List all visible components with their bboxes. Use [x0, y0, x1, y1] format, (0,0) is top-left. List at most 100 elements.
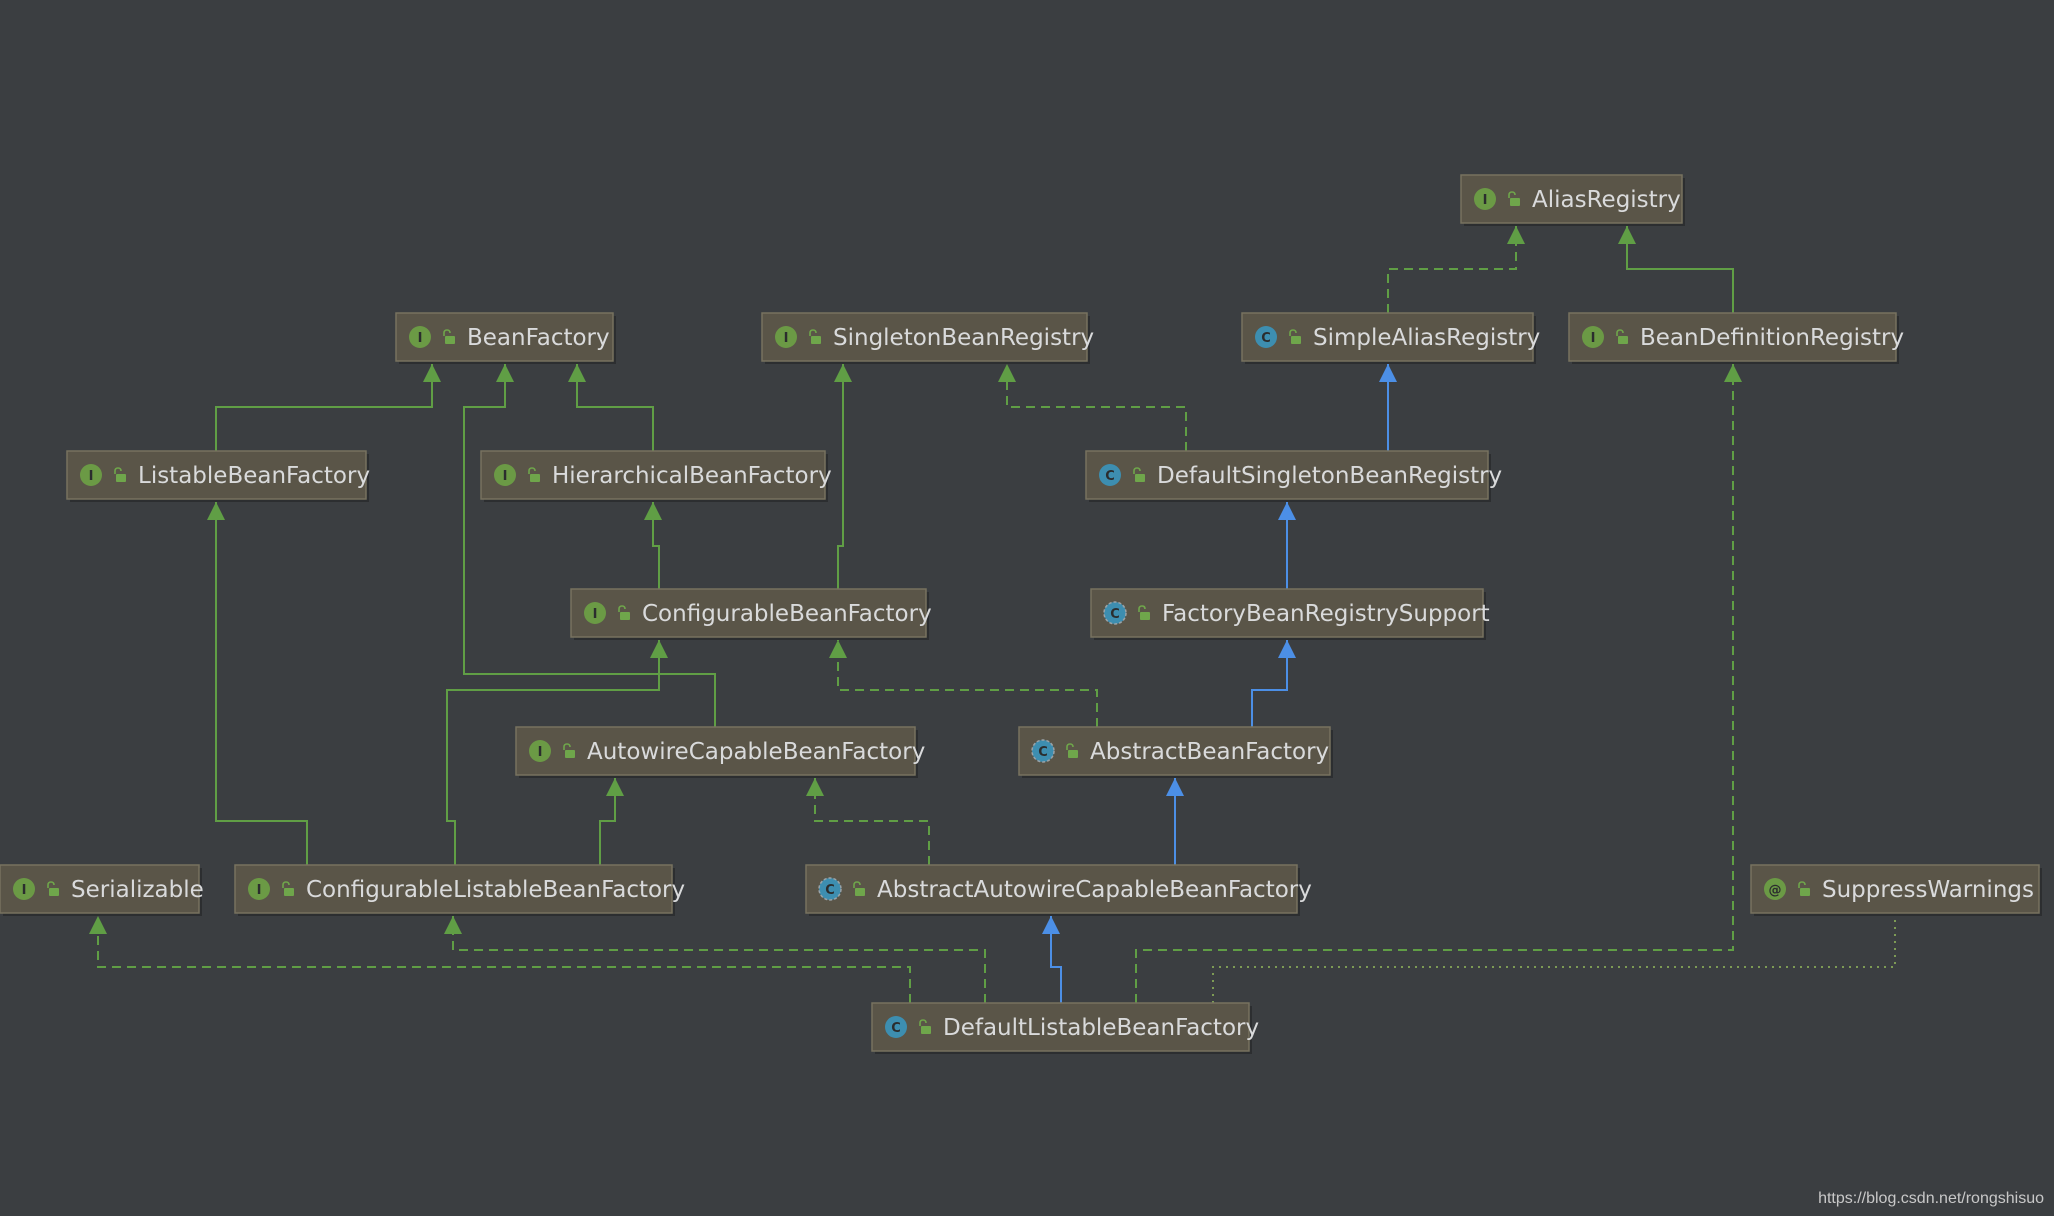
svg-text:I: I	[503, 469, 508, 484]
edge-bean-definition-registry-to-alias-registry	[1626, 226, 1734, 313]
svg-text:I: I	[593, 607, 598, 622]
arrowhead-hierarchical-bean-factory-to-bean-factory	[568, 364, 586, 382]
node-label: ConfigurableListableBeanFactory	[306, 877, 685, 903]
edge-autowire-capable-bean-factory-to-bean-factory	[463, 364, 716, 727]
svg-text:C: C	[1105, 469, 1115, 484]
arrowhead-autowire-capable-bean-factory-to-bean-factory	[496, 364, 514, 382]
arrowhead-abstract-bean-factory-to-configurable-bean-factory	[829, 640, 847, 658]
interface-kind-icon: I	[775, 326, 797, 348]
svg-text:C: C	[1038, 745, 1048, 760]
node-abstract-bean-factory[interactable]: C AbstractBeanFactory	[1018, 726, 1333, 778]
node-label: AliasRegistry	[1532, 187, 1681, 213]
edge-simple-alias-registry-to-alias-registry	[1387, 226, 1517, 313]
arrowhead-default-singleton-bean-registry-to-simple-alias-registry	[1379, 364, 1397, 382]
arrowhead-default-listable-bean-factory-to-bean-definition-registry	[1724, 364, 1742, 382]
abstract-kind-icon: C	[818, 877, 842, 901]
svg-text:I: I	[22, 883, 27, 898]
arrowhead-configurable-bean-factory-to-hierarchical-bean-factory	[644, 502, 662, 520]
class-hierarchy-diagram: I AliasRegistry I BeanFactory I SingletonBean…	[0, 174, 2042, 1054]
arrowhead-abstract-bean-factory-to-factory-bean-registry-support	[1278, 640, 1296, 658]
arrowhead-factory-bean-registry-support-to-default-singleton-bean-registry	[1278, 502, 1296, 520]
node-configurable-listable-bean-factory[interactable]: I ConfigurableListableBeanFactory	[234, 864, 685, 916]
svg-text:I: I	[784, 331, 789, 346]
svg-text:I: I	[538, 745, 543, 760]
node-label: AbstractBeanFactory	[1090, 739, 1329, 765]
interface-kind-icon: I	[248, 878, 270, 900]
node-default-singleton-bean-registry[interactable]: C DefaultSingletonBeanRegistry	[1085, 450, 1502, 502]
edge-default-singleton-bean-registry-to-singleton-bean-registry	[1006, 364, 1187, 451]
edge-hierarchical-bean-factory-to-bean-factory	[576, 364, 654, 451]
abstract-kind-icon: C	[1031, 739, 1055, 763]
node-label: HierarchicalBeanFactory	[552, 463, 832, 489]
arrowhead-abstract-autowire-capable-bean-factory-to-abstract-bean-factory	[1166, 778, 1184, 796]
class-kind-icon: C	[885, 1016, 907, 1038]
interface-kind-icon: I	[494, 464, 516, 486]
abstract-kind-icon: C	[1103, 601, 1127, 625]
interface-kind-icon: I	[1582, 326, 1604, 348]
edge-listable-bean-factory-to-bean-factory	[215, 364, 433, 451]
node-label: ListableBeanFactory	[138, 463, 370, 489]
node-hierarchical-bean-factory[interactable]: I HierarchicalBeanFactory	[480, 450, 832, 502]
annotation-kind-icon: @	[1764, 878, 1786, 900]
node-suppress-warnings[interactable]: @ SuppressWarnings	[1750, 864, 2042, 916]
node-alias-registry[interactable]: I AliasRegistry	[1460, 174, 1685, 226]
node-configurable-bean-factory[interactable]: I ConfigurableBeanFactory	[570, 588, 932, 640]
nodes-layer: I AliasRegistry I BeanFactory I SingletonBean…	[0, 174, 2042, 1054]
node-label: BeanFactory	[467, 325, 610, 351]
arrowhead-configurable-bean-factory-to-singleton-bean-registry	[834, 364, 852, 382]
watermark-url: https://blog.csdn.net/rongshisuo	[1818, 1190, 2044, 1207]
node-autowire-capable-bean-factory[interactable]: I AutowireCapableBeanFactory	[515, 726, 925, 778]
edge-configurable-bean-factory-to-singleton-bean-registry	[837, 364, 844, 589]
class-kind-icon: C	[1099, 464, 1121, 486]
edge-default-listable-bean-factory-to-suppress-warnings	[1212, 916, 1896, 1003]
svg-text:C: C	[891, 1021, 901, 1036]
node-label: SimpleAliasRegistry	[1313, 325, 1540, 351]
svg-text:@: @	[1769, 883, 1782, 898]
arrowhead-listable-bean-factory-to-bean-factory	[423, 364, 441, 382]
node-bean-factory[interactable]: I BeanFactory	[395, 312, 616, 364]
node-label: DefaultListableBeanFactory	[943, 1015, 1259, 1041]
arrowhead-configurable-listable-bean-factory-to-listable-bean-factory	[207, 502, 225, 520]
node-label: BeanDefinitionRegistry	[1640, 325, 1904, 351]
node-bean-definition-registry[interactable]: I BeanDefinitionRegistry	[1568, 312, 1904, 364]
arrowhead-configurable-listable-bean-factory-to-autowire-capable-bean-factory	[606, 778, 624, 796]
node-label: FactoryBeanRegistrySupport	[1162, 601, 1490, 627]
interface-kind-icon: I	[584, 602, 606, 624]
arrowhead-configurable-listable-bean-factory-to-configurable-bean-factory	[650, 640, 668, 658]
svg-text:I: I	[1591, 331, 1596, 346]
node-default-listable-bean-factory[interactable]: C DefaultListableBeanFactory	[871, 1002, 1259, 1054]
class-kind-icon: C	[1255, 326, 1277, 348]
node-abstract-autowire-capable-bean-factory[interactable]: C AbstractAutowireCapableBeanFactory	[805, 864, 1312, 916]
edge-configurable-listable-bean-factory-to-listable-bean-factory	[215, 502, 308, 865]
interface-kind-icon: I	[1474, 188, 1496, 210]
node-label: AbstractAutowireCapableBeanFactory	[877, 877, 1312, 903]
svg-text:I: I	[1483, 193, 1488, 208]
node-simple-alias-registry[interactable]: C SimpleAliasRegistry	[1241, 312, 1540, 364]
arrowhead-simple-alias-registry-to-alias-registry	[1507, 226, 1525, 244]
node-listable-bean-factory[interactable]: I ListableBeanFactory	[66, 450, 370, 502]
node-label: SuppressWarnings	[1822, 877, 2034, 903]
svg-text:C: C	[1110, 607, 1120, 622]
arrowhead-default-listable-bean-factory-to-configurable-listable-bean-factory	[444, 916, 462, 934]
edge-default-listable-bean-factory-to-serializable	[97, 916, 911, 1003]
node-factory-bean-registry-support[interactable]: C FactoryBeanRegistrySupport	[1090, 588, 1490, 640]
arrowhead-default-listable-bean-factory-to-abstract-autowire-capable-bean-factory	[1042, 916, 1060, 934]
svg-text:I: I	[257, 883, 262, 898]
node-label: Serializable	[71, 877, 204, 903]
node-label: AutowireCapableBeanFactory	[587, 739, 925, 765]
svg-text:I: I	[89, 469, 94, 484]
node-label: SingletonBeanRegistry	[833, 325, 1094, 351]
svg-text:C: C	[825, 883, 835, 898]
arrowhead-default-listable-bean-factory-to-serializable	[89, 916, 107, 934]
node-serializable[interactable]: I Serializable	[0, 864, 204, 916]
interface-kind-icon: I	[409, 326, 431, 348]
arrowhead-default-singleton-bean-registry-to-singleton-bean-registry	[998, 364, 1016, 382]
node-singleton-bean-registry[interactable]: I SingletonBeanRegistry	[761, 312, 1094, 364]
arrowhead-abstract-autowire-capable-bean-factory-to-autowire-capable-bean-factory	[806, 778, 824, 796]
svg-text:C: C	[1261, 331, 1271, 346]
arrowhead-bean-definition-registry-to-alias-registry	[1618, 226, 1636, 244]
edge-abstract-bean-factory-to-configurable-bean-factory	[837, 640, 1098, 727]
interface-kind-icon: I	[529, 740, 551, 762]
edge-abstract-autowire-capable-bean-factory-to-autowire-capable-bean-factory	[814, 778, 930, 865]
svg-text:I: I	[418, 331, 423, 346]
